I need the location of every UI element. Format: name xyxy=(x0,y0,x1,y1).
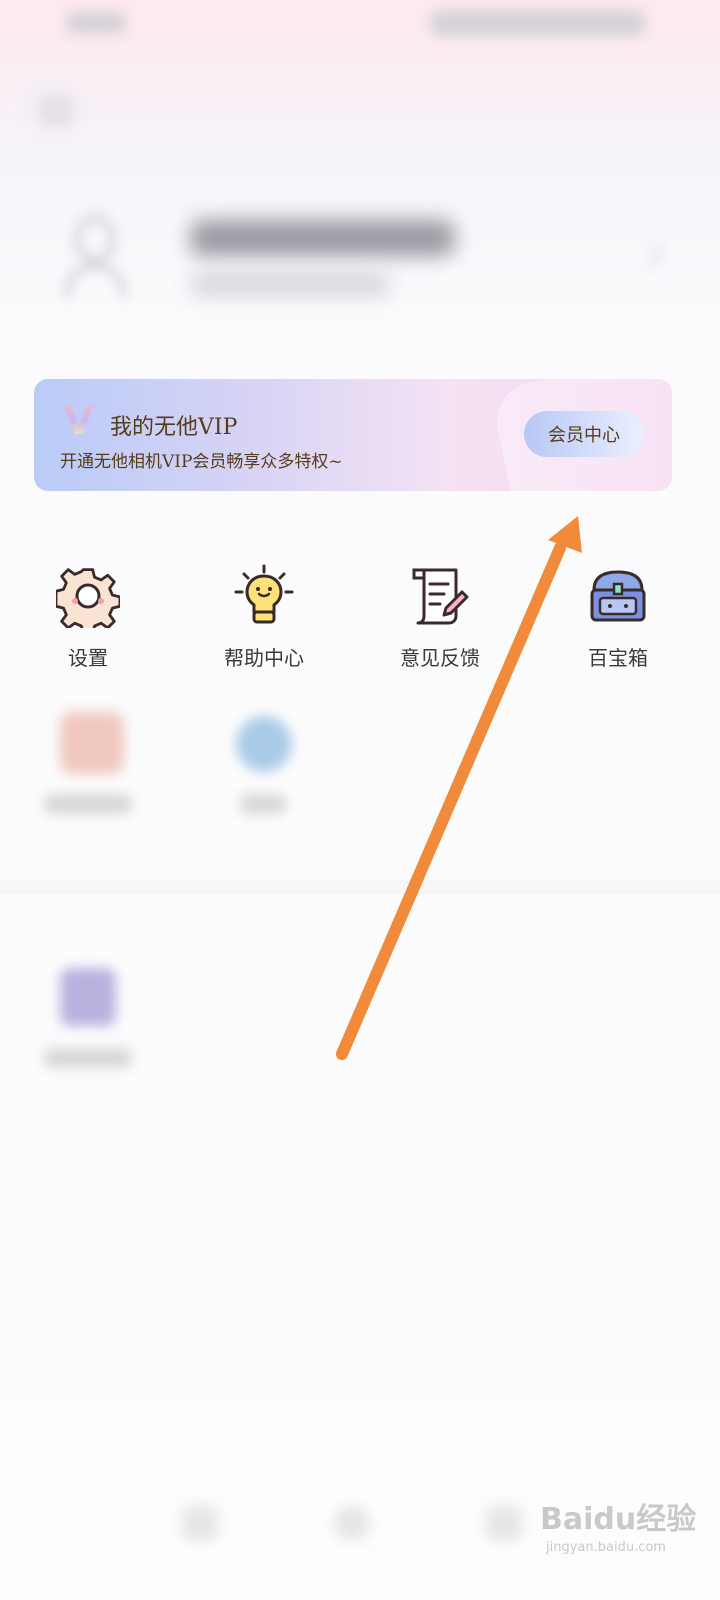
vip-logo-icon: V xyxy=(64,401,102,441)
grid-item-label: 帮助中心 xyxy=(224,646,304,670)
user-info xyxy=(190,272,390,296)
switch-account-icon[interactable] xyxy=(26,82,82,134)
member-center-button[interactable]: 会员中心 xyxy=(524,411,644,457)
grid-item-label: 意见反馈 xyxy=(400,646,480,670)
grid-item-toolbox[interactable]: 百宝箱 xyxy=(548,564,688,671)
grid-item-feedback[interactable]: 意见反馈 xyxy=(370,564,510,671)
grid-item-help-center[interactable]: 帮助中心 xyxy=(194,564,334,671)
username xyxy=(190,220,455,256)
grid-item-settings[interactable]: 设置 xyxy=(18,564,158,671)
vip-title: 我的无他VIP xyxy=(110,415,238,440)
treasure-chest-icon xyxy=(586,564,650,628)
chevron-right-icon[interactable] xyxy=(638,242,665,269)
lightbulb-icon xyxy=(232,564,296,628)
coffee-cup-icon[interactable] xyxy=(60,712,124,774)
watermark-logo: Baidu经验 jingyan.baidu.com xyxy=(540,1502,697,1555)
nav-camera-icon[interactable] xyxy=(334,1505,370,1541)
avatar[interactable] xyxy=(60,215,130,297)
status-icons xyxy=(430,10,645,36)
vip-subtitle: 开通无他相机VIP会员畅享众多特权~ xyxy=(60,452,343,472)
nav-profile-icon[interactable] xyxy=(486,1505,522,1541)
section-divider xyxy=(0,880,720,894)
status-time xyxy=(66,12,126,34)
grid-item-label-blurred xyxy=(240,794,286,814)
app-icon[interactable] xyxy=(60,968,116,1026)
robot-icon[interactable] xyxy=(236,716,292,772)
grid-item-label-blurred xyxy=(44,1048,132,1068)
gear-icon xyxy=(54,564,122,635)
vip-card[interactable]: V 我的无他VIP 开通无他相机VIP会员畅享众多特权~ 会员中心 xyxy=(34,379,672,491)
grid-item-label: 设置 xyxy=(68,646,108,670)
grid-item-label: 百宝箱 xyxy=(588,646,648,670)
feedback-scroll-icon xyxy=(408,564,472,628)
grid-item-label-blurred xyxy=(44,794,132,814)
nav-home-icon[interactable] xyxy=(182,1505,218,1541)
